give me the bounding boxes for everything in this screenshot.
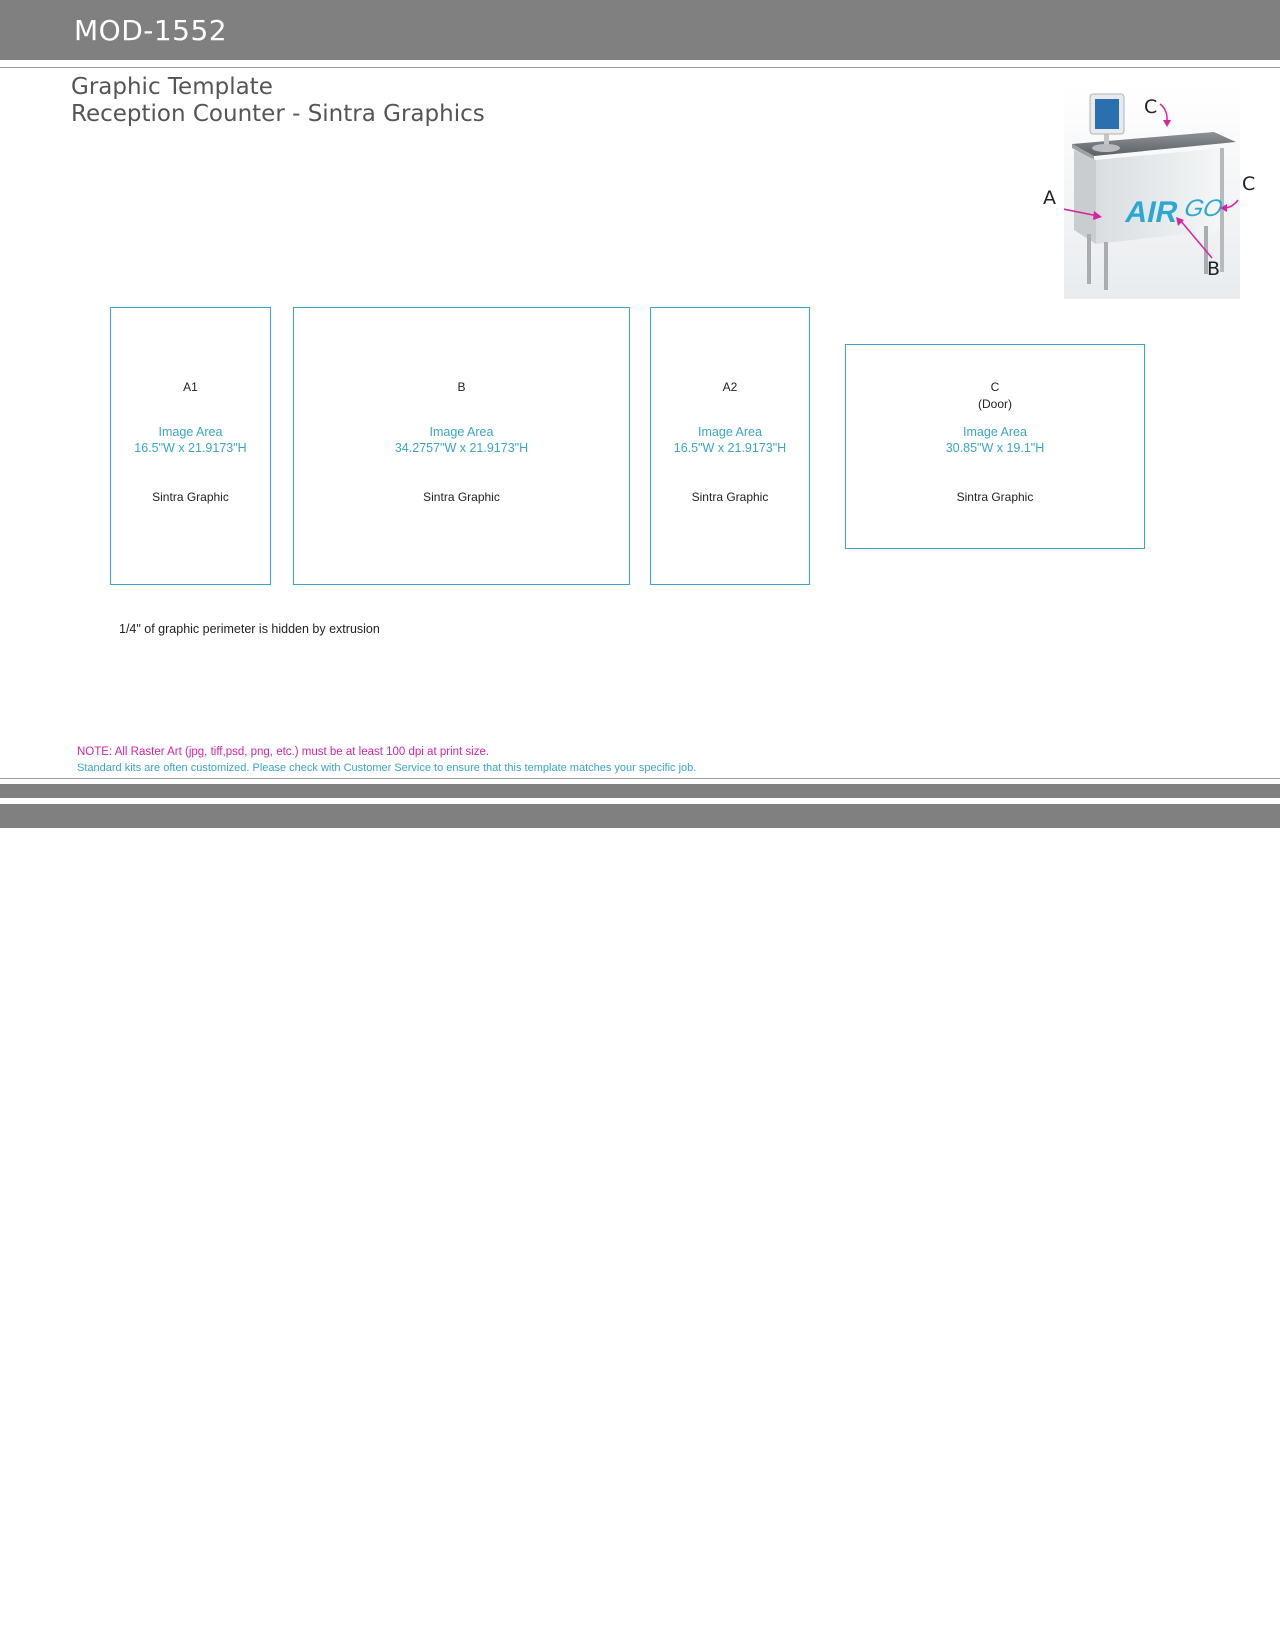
- image-area-label: Image Area: [158, 425, 223, 439]
- material-label: Sintra Graphic: [691, 490, 769, 504]
- image-area-label: Image Area: [963, 425, 1027, 439]
- arrow-c-top: [1159, 103, 1168, 123]
- image-area-dimensions: 30.85"W x 19.1"H: [945, 441, 1045, 455]
- panel-b: B Image Area 34.2757"W x 21.9173"H Sintr…: [293, 307, 630, 585]
- panel-id: B: [457, 380, 466, 394]
- material-label: Sintra Graphic: [152, 490, 229, 504]
- product-image: AIR GO C C A B: [1043, 84, 1255, 299]
- perimeter-note: 1/4" of graphic perimeter is hidden by e…: [119, 622, 380, 636]
- header-rule: [0, 67, 1280, 68]
- material-label: Sintra Graphic: [956, 490, 1034, 504]
- image-area-label: Image Area: [698, 425, 762, 439]
- panel-c-door: C (Door) Image Area 30.85"W x 19.1"H Sin…: [845, 344, 1145, 549]
- panel-a1: A1 Image Area 16.5"W x 21.9173"H Sintra …: [110, 307, 271, 585]
- raster-art-note: NOTE: All Raster Art (jpg, tiff,psd, png…: [77, 746, 490, 758]
- image-area-dimensions: 16.5"W x 21.9173"H: [134, 441, 247, 455]
- callout-arrows: [1064, 103, 1239, 259]
- page-subtitle: Reception Counter - Sintra Graphics: [71, 101, 485, 127]
- arrow-b: [1179, 219, 1213, 259]
- page-title: Graphic Template: [71, 74, 273, 100]
- callout-a: A: [1043, 187, 1056, 209]
- panel-subtitle: (Door): [977, 397, 1012, 411]
- footer-rule: [0, 778, 1280, 779]
- arrow-a: [1064, 208, 1099, 217]
- callout-c-side: C: [1242, 173, 1256, 195]
- image-area-dimensions: 16.5"W x 21.9173"H: [673, 441, 787, 455]
- panel-a2: A2 Image Area 16.5"W x 21.9173"H Sintra …: [650, 307, 810, 585]
- header-bar: MOD-1552: [0, 0, 1280, 60]
- footer-bar: 4.2019: [0, 804, 1280, 1626]
- model-number: MOD-1552: [74, 14, 228, 47]
- footer-band: [0, 784, 1280, 798]
- revision-date: 4.2019: [1168, 1612, 1205, 1626]
- material-label: Sintra Graphic: [423, 490, 500, 504]
- panel-id: A1: [183, 380, 198, 394]
- panel-id: A2: [722, 380, 738, 394]
- panel-id: C: [990, 380, 1000, 394]
- image-area-dimensions: 34.2757"W x 21.9173"H: [394, 441, 529, 455]
- image-area-label: Image Area: [429, 425, 494, 439]
- customization-note: Standard kits are often customized. Plea…: [77, 762, 697, 774]
